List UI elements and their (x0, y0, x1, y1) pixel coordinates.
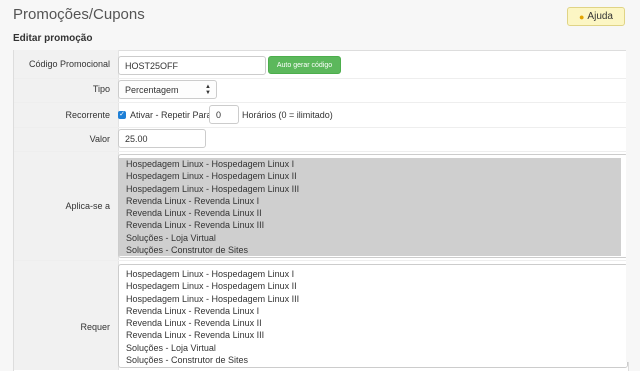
help-button[interactable]: ● Ajuda (567, 7, 625, 26)
list-option[interactable]: Soluções - Construtor de Sites (119, 354, 627, 366)
list-option[interactable]: Hospedagem Linux - Hospedagem Linux III (119, 293, 627, 305)
list-option[interactable]: Hospedagem Linux - Hospedagem Linux III (119, 182, 627, 195)
value-input-value: 25.00 (125, 133, 148, 144)
help-button-label: Ajuda (587, 11, 613, 22)
requires-listbox[interactable]: Hospedagem Linux - Hospedagem Linux I Ho… (118, 264, 628, 368)
row-divider (14, 151, 627, 152)
recurring-checkbox[interactable]: ✓ (118, 111, 126, 119)
list-option[interactable]: Hospedagem Linux - Hospedagem Linux I (119, 268, 627, 280)
list-option[interactable]: Soluções - Construtor de Sites (119, 244, 627, 257)
list-option[interactable]: Revenda Linux - Revenda Linux II (119, 207, 627, 220)
recurring-checkbox-label: Ativar - Repetir Para (130, 110, 212, 120)
list-option[interactable]: Revenda Linux - Revenda Linux II (119, 317, 627, 329)
promo-code-input[interactable]: HOST25OFF (118, 56, 266, 75)
recurring-suffix: Horários (0 = ilimitado) (242, 110, 333, 120)
list-option[interactable]: Revenda Linux - Revenda Linux III (119, 329, 627, 341)
applies-to-listbox[interactable]: Hospedagem Linux - Hospedagem Linux I Ho… (118, 154, 628, 258)
page-edge (626, 0, 640, 362)
list-option[interactable]: Hospedagem Linux - Hospedagem Linux I (119, 158, 627, 171)
list-option[interactable]: Soluções - Loja Virtual (119, 231, 627, 245)
row-divider (14, 127, 627, 128)
value-input[interactable]: 25.00 (118, 129, 206, 148)
recurring-label: Recorrente (65, 110, 110, 120)
list-option[interactable]: Revenda Linux - Revenda Linux I (119, 194, 627, 208)
check-icon: ✓ (119, 111, 125, 118)
auto-generate-code-button[interactable]: Auto gerar código (268, 56, 341, 74)
requires-label: Requer (80, 322, 110, 332)
lightbulb-icon: ● (578, 11, 585, 22)
list-option[interactable]: Revenda Linux - Revenda Linux I (119, 305, 627, 317)
row-divider (14, 260, 627, 261)
row-divider (14, 102, 627, 103)
type-select-value: Percentagem (125, 84, 179, 95)
recurring-count-input[interactable]: 0 (209, 105, 239, 124)
type-select[interactable]: Percentagem ▲ ▼ (118, 80, 217, 99)
type-label: Tipo (92, 84, 110, 94)
applies-to-label: Aplica-se a (65, 201, 110, 211)
section-title: Editar promoção (13, 33, 93, 44)
promo-code-value: HOST25OFF (125, 60, 179, 71)
list-option[interactable]: Soluções - Loja Virtual (119, 342, 627, 354)
row-divider (14, 78, 627, 79)
recurring-count-value: 0 (216, 109, 222, 120)
code-label: Código Promocional (28, 59, 110, 69)
list-option[interactable]: Hospedagem Linux - Hospedagem Linux II (119, 170, 627, 183)
list-option[interactable]: Revenda Linux - Revenda Linux III (119, 219, 627, 232)
page-title: Promoções/Cupons (13, 6, 145, 23)
chevron-updown-icon: ▲ ▼ (205, 84, 211, 96)
value-label: Valor (89, 134, 110, 144)
list-option[interactable]: Hospedagem Linux - Hospedagem Linux II (119, 280, 627, 292)
